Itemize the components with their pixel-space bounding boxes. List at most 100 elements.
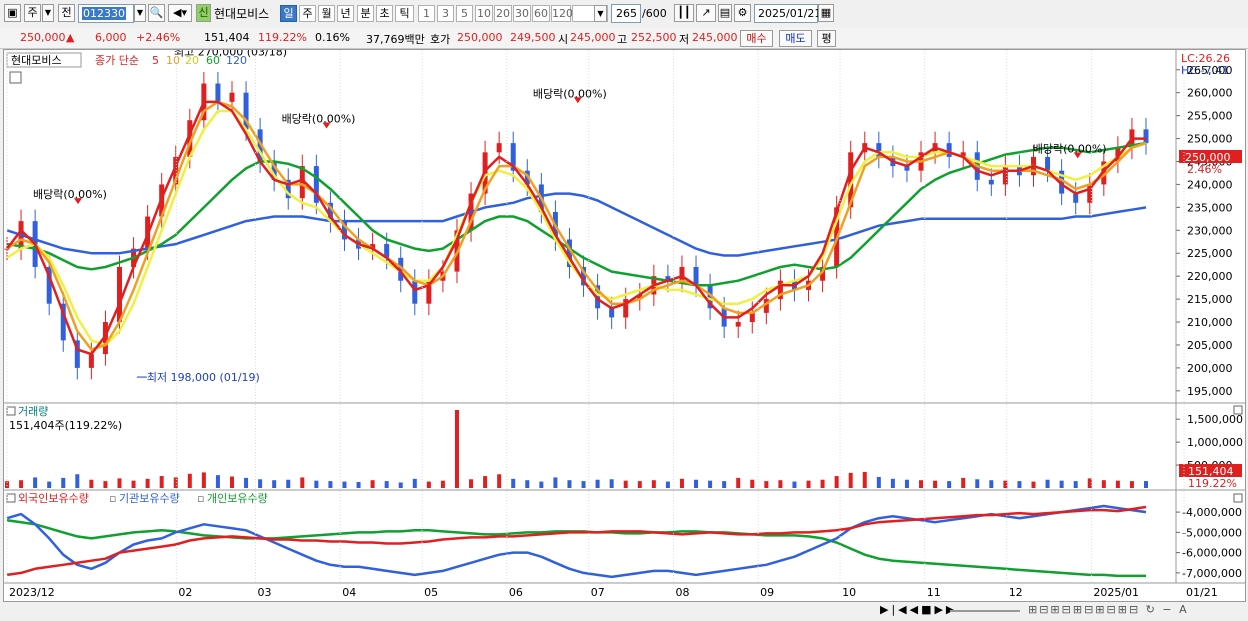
volume-bar bbox=[19, 480, 24, 488]
amount: 37,769백만 bbox=[366, 33, 425, 46]
price: 250,000 bbox=[20, 31, 66, 44]
candle-body bbox=[215, 83, 221, 102]
low-label: 저 bbox=[679, 33, 690, 46]
count-input[interactable]: 265 bbox=[611, 4, 641, 23]
volume-bar bbox=[947, 481, 952, 488]
zoom-icon[interactable]: ⊞⊟⊞⊟⊞⊟⊞⊟⊞⊟ ↻ − A bbox=[1028, 603, 1189, 616]
volume-bar bbox=[609, 479, 614, 488]
period-minute[interactable]: 분 bbox=[357, 5, 374, 22]
volume-bar bbox=[694, 479, 699, 488]
volume-toggle-icon[interactable] bbox=[6, 406, 16, 416]
change: 6,000 bbox=[95, 31, 127, 44]
unit-20[interactable]: 20 bbox=[494, 5, 512, 22]
y-tick-label: 255,000 bbox=[1187, 110, 1233, 123]
close-pane-icon[interactable] bbox=[1233, 493, 1243, 503]
volume-bar bbox=[637, 481, 642, 488]
calendar-icon[interactable]: ▦ bbox=[818, 4, 834, 22]
open: 245,000 bbox=[570, 31, 616, 44]
search-icon[interactable]: 🔍 bbox=[148, 4, 165, 22]
chart-icon[interactable]: ▣ bbox=[4, 4, 21, 22]
print-icon[interactable]: ▤ bbox=[718, 4, 732, 22]
volume-bar bbox=[539, 481, 544, 488]
candle-body bbox=[496, 143, 502, 153]
candle-icon[interactable]: ┃┃ bbox=[674, 4, 694, 22]
volume-bar bbox=[1045, 479, 1050, 488]
candle-body bbox=[229, 92, 235, 102]
y-tick-label: 240,000 bbox=[1187, 178, 1233, 191]
period-tick[interactable]: 틱 bbox=[395, 5, 414, 22]
volume-bar bbox=[750, 479, 755, 488]
dividend-annotation: 배당락(0.00%) bbox=[282, 113, 356, 126]
volume-bar bbox=[215, 475, 220, 488]
count-max: /600 bbox=[642, 7, 667, 20]
y-tick-label: 215,000 bbox=[1187, 293, 1233, 306]
y-tick-label: 250,000 bbox=[1187, 133, 1233, 146]
market-type-dropdown[interactable]: ▼ bbox=[42, 4, 54, 22]
ask: 250,000 bbox=[457, 31, 503, 44]
volume-bar bbox=[1031, 481, 1036, 488]
volume-bar bbox=[862, 471, 867, 488]
volume-bar bbox=[623, 480, 628, 488]
y-tick-label: 220,000 bbox=[1187, 270, 1233, 283]
nav-icon[interactable]: ↗ bbox=[696, 4, 716, 22]
volume-bar bbox=[919, 480, 924, 488]
unit-10[interactable]: 10 bbox=[475, 5, 493, 22]
volume-bar bbox=[511, 478, 516, 488]
volume-tick-label: 1,000,000 bbox=[1187, 436, 1243, 449]
holdings-tick-label: -5,000,000 bbox=[1182, 526, 1242, 539]
holdings-line bbox=[6, 518, 1146, 578]
ask-label: 호가 bbox=[430, 33, 451, 46]
candle-body bbox=[1143, 129, 1149, 144]
holdings-toggle-icon[interactable] bbox=[6, 493, 16, 503]
unit-30[interactable]: 30 bbox=[513, 5, 531, 22]
candle-body bbox=[735, 322, 741, 327]
market-type-button[interactable]: 주 bbox=[24, 4, 41, 22]
sell-button[interactable]: 매도 bbox=[779, 30, 812, 47]
scroll-buttons[interactable]: ▶|◀◀■▶▶ bbox=[880, 603, 957, 616]
zoom-slider[interactable] bbox=[950, 610, 1020, 612]
volume-bar bbox=[103, 481, 108, 488]
unit-5[interactable]: 5 bbox=[456, 5, 473, 22]
grid-toggle-icon[interactable] bbox=[9, 71, 22, 84]
unit-3[interactable]: 3 bbox=[437, 5, 454, 22]
y-tick-label: 265,000 bbox=[1187, 64, 1233, 77]
legend-foreign: 외국인보유수량 bbox=[18, 492, 89, 505]
settings-icon[interactable]: ⚙ bbox=[734, 4, 751, 22]
high: 252,500 bbox=[631, 31, 677, 44]
stock-code-input[interactable]: 012330 bbox=[78, 4, 134, 23]
price-marks bbox=[4, 72, 1149, 380]
x-tick-label: 08 bbox=[675, 586, 689, 599]
period-second[interactable]: 초 bbox=[376, 5, 393, 22]
volume-bar bbox=[497, 474, 502, 488]
period-month[interactable]: 월 bbox=[318, 5, 335, 22]
compare-button[interactable]: 전 bbox=[58, 4, 75, 22]
candle-body bbox=[609, 308, 615, 318]
unit-1[interactable]: 1 bbox=[418, 5, 435, 22]
volume-bar bbox=[1003, 480, 1008, 488]
period-day[interactable]: 일 bbox=[280, 5, 297, 22]
period-week[interactable]: 주 bbox=[299, 5, 316, 22]
volume-bar bbox=[89, 479, 94, 488]
unit-60[interactable]: 60 bbox=[532, 5, 550, 22]
volume-bar bbox=[131, 480, 136, 488]
stock-code-text: 012330 bbox=[82, 7, 126, 20]
eval-button[interactable]: 평 bbox=[817, 30, 836, 47]
ma-lines bbox=[6, 100, 1147, 356]
volume-bar bbox=[1017, 481, 1022, 488]
volume-summary: 151,404주(119.22%) bbox=[9, 419, 122, 432]
stock-code-dropdown[interactable]: ▼ bbox=[134, 4, 146, 22]
unit-120[interactable]: 120 bbox=[551, 5, 573, 22]
period-year[interactable]: 년 bbox=[337, 5, 354, 22]
candle-body bbox=[693, 266, 699, 286]
volume-bar bbox=[314, 480, 319, 488]
buy-button[interactable]: 매수 bbox=[740, 30, 773, 47]
speaker-icon[interactable]: ◀▾ bbox=[168, 4, 192, 22]
last-volume-pct: 119.22% bbox=[1188, 477, 1237, 490]
volume-bar bbox=[47, 481, 52, 488]
date-input[interactable]: 2025/01/21 bbox=[754, 4, 821, 23]
unit-dropdown[interactable]: ▼ bbox=[594, 5, 607, 22]
volume-tick-label: 1,500,000 bbox=[1187, 413, 1243, 426]
volume-bar bbox=[483, 476, 488, 488]
volume-bar bbox=[1115, 480, 1120, 488]
high-annotation: 최고 270,000 (03/18) bbox=[174, 50, 287, 59]
